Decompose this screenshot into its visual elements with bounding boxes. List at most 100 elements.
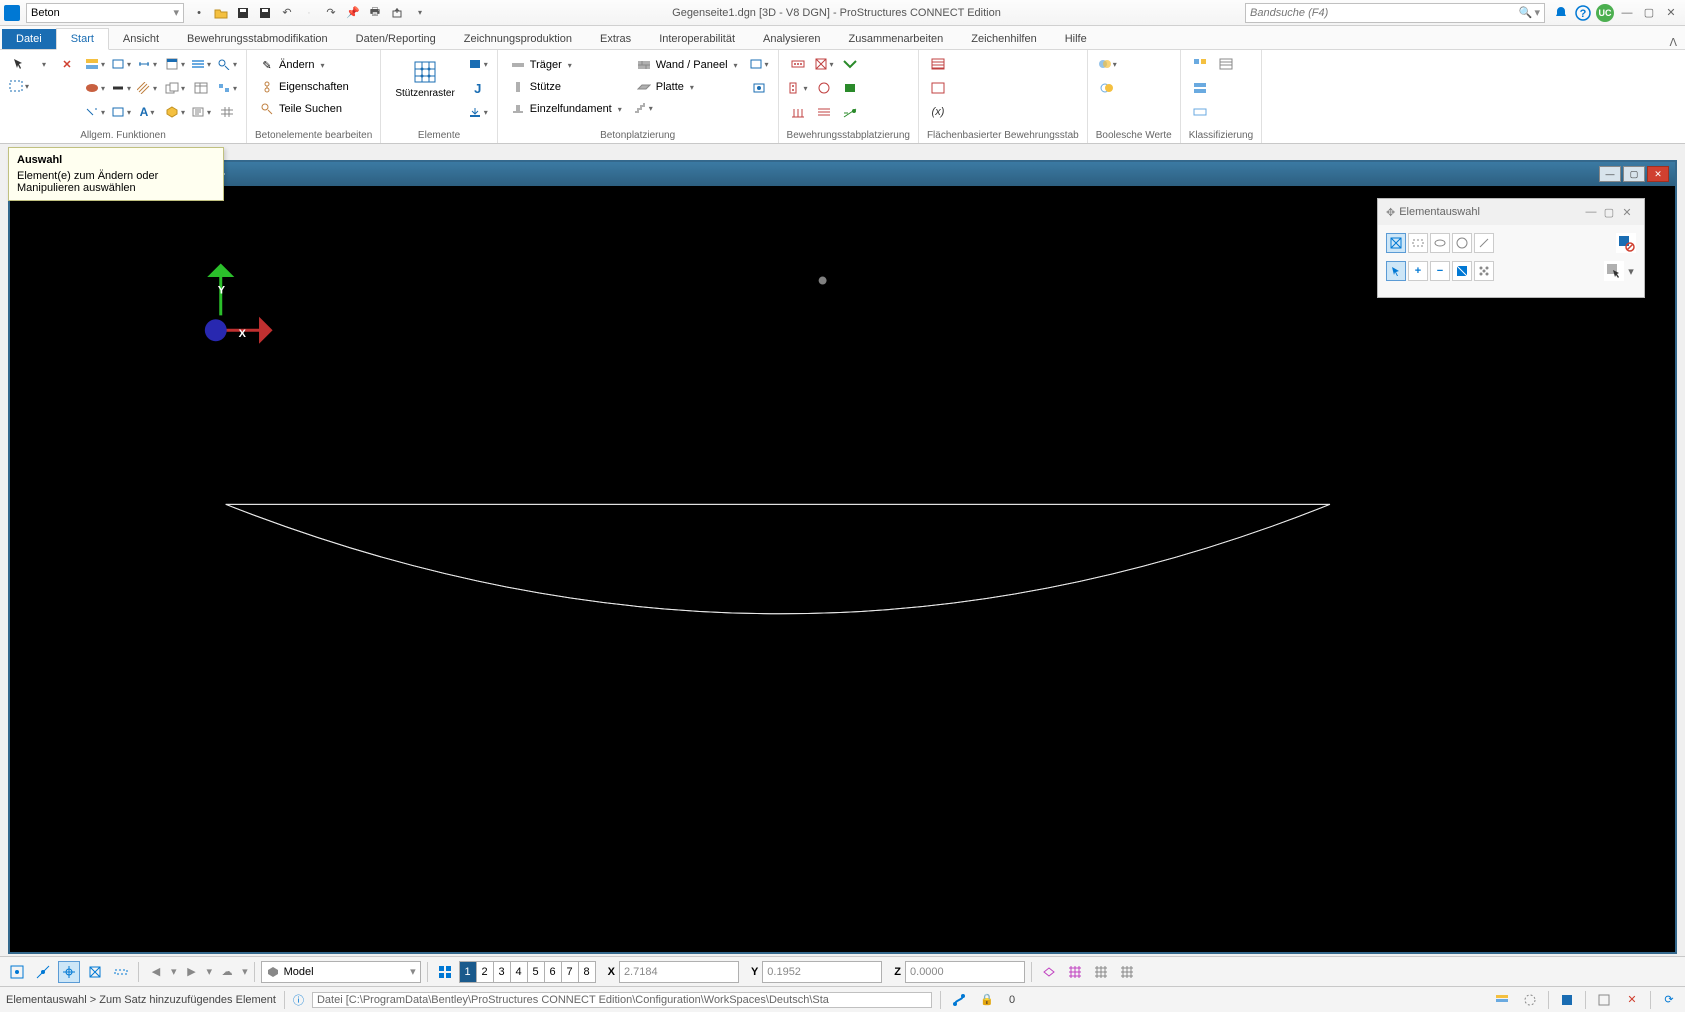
ribbon-search[interactable]: 🔍 ▾ bbox=[1245, 3, 1545, 23]
notifications-icon[interactable] bbox=[1551, 3, 1571, 23]
fence-tool-button[interactable] bbox=[8, 76, 30, 96]
selmethod-select-icon[interactable] bbox=[1604, 261, 1624, 281]
tab-extras[interactable]: Extras bbox=[586, 29, 645, 49]
palette-maximize-button[interactable]: ▢ bbox=[1600, 206, 1618, 219]
snap-5-icon[interactable] bbox=[110, 961, 132, 983]
search-input[interactable] bbox=[1250, 7, 1519, 19]
view-num-4[interactable]: 4 bbox=[510, 961, 528, 983]
stuetze-button[interactable]: Stütze bbox=[506, 76, 626, 98]
rebar-9-button[interactable] bbox=[839, 102, 861, 122]
palette-close-button[interactable]: ✕ bbox=[1618, 206, 1636, 219]
snap-2-icon[interactable] bbox=[32, 961, 54, 983]
workflow-combo[interactable]: Beton ▾ bbox=[26, 3, 184, 23]
selmethod-subtract-icon[interactable]: − bbox=[1430, 261, 1450, 281]
views-manage-icon[interactable] bbox=[434, 961, 456, 983]
nav-next-icon[interactable]: ▶ bbox=[181, 961, 203, 983]
attributes-level-button[interactable] bbox=[84, 54, 106, 74]
status-close-icon[interactable]: ✕ bbox=[1622, 991, 1642, 1009]
tab-interop[interactable]: Interoperabilität bbox=[645, 29, 749, 49]
tab-zusammen[interactable]: Zusammenarbeiten bbox=[835, 29, 958, 49]
teile-suchen-button[interactable]: Teile Suchen bbox=[255, 98, 353, 120]
references-button[interactable] bbox=[164, 78, 186, 98]
selmethod-all-icon[interactable] bbox=[1474, 261, 1494, 281]
bool-1-button[interactable] bbox=[1096, 54, 1118, 74]
print-icon[interactable]: 🖶 bbox=[366, 4, 384, 22]
save-settings-icon[interactable] bbox=[256, 4, 274, 22]
eigenschaften-button[interactable]: Eigenschaften bbox=[255, 76, 353, 98]
tab-hilfe[interactable]: Hilfe bbox=[1051, 29, 1101, 49]
tool-text-button[interactable]: A bbox=[136, 102, 158, 122]
status-snap-icon[interactable] bbox=[949, 991, 969, 1009]
status-running-icon[interactable] bbox=[1557, 991, 1577, 1009]
tool-grid-button[interactable] bbox=[216, 102, 238, 122]
grid-display-3-icon[interactable] bbox=[1090, 961, 1112, 983]
stairs-button[interactable] bbox=[632, 98, 654, 118]
tool-dimension-button[interactable] bbox=[136, 54, 158, 74]
selmethod-invert-icon[interactable] bbox=[1452, 261, 1472, 281]
grid-display-2-icon[interactable] bbox=[1064, 961, 1086, 983]
class-3-button[interactable] bbox=[1189, 102, 1211, 122]
keyin-button[interactable] bbox=[190, 102, 212, 122]
tab-analysieren[interactable]: Analysieren bbox=[749, 29, 834, 49]
model-combo[interactable]: Model ▾ bbox=[261, 961, 421, 983]
selection-tool-button[interactable] bbox=[8, 54, 30, 74]
placement-opt1-button[interactable] bbox=[748, 54, 770, 74]
attributes-linetype-button[interactable] bbox=[84, 102, 106, 122]
tab-bewehrung[interactable]: Bewehrungsstabmodifikation bbox=[173, 29, 342, 49]
stuetzenraster-button[interactable]: Stützenraster bbox=[389, 54, 460, 101]
element-import-button[interactable] bbox=[467, 102, 489, 122]
selmode-shape-icon[interactable] bbox=[1430, 233, 1450, 253]
collapse-ribbon-icon[interactable]: ᐱ bbox=[1669, 36, 1677, 49]
wand-button[interactable]: Wand / Paneel bbox=[632, 54, 742, 76]
selmode-block-icon[interactable] bbox=[1408, 233, 1428, 253]
element-budget-button[interactable] bbox=[467, 54, 489, 74]
selmode-individual-icon[interactable] bbox=[1386, 233, 1406, 253]
coord-z-value[interactable]: 0.0000 bbox=[905, 961, 1025, 983]
attributes-color-button[interactable] bbox=[84, 78, 106, 98]
selmode-circle-icon[interactable] bbox=[1452, 233, 1472, 253]
element-j-button[interactable]: J bbox=[467, 78, 489, 98]
status-dgn-icon[interactable] bbox=[1594, 991, 1614, 1009]
palette-expand-icon[interactable]: ▾ bbox=[1626, 265, 1636, 278]
qat-customize-icon[interactable] bbox=[410, 4, 428, 22]
export-icon[interactable] bbox=[388, 4, 406, 22]
rebar-2-button[interactable] bbox=[787, 78, 809, 98]
rebar-7-button[interactable] bbox=[839, 54, 861, 74]
level-manager-button[interactable] bbox=[190, 54, 212, 74]
selection-dropdown[interactable] bbox=[32, 54, 54, 74]
status-info-icon[interactable]: ⓘ bbox=[293, 992, 304, 1008]
tool-hatch-button[interactable] bbox=[136, 78, 158, 98]
redo-icon[interactable]: ↷ bbox=[322, 4, 340, 22]
nav-cloud-icon[interactable]: ☁ bbox=[216, 961, 238, 983]
selmethod-add-icon[interactable]: + bbox=[1408, 261, 1428, 281]
attributes-weight-button[interactable] bbox=[110, 78, 132, 98]
view-num-7[interactable]: 7 bbox=[561, 961, 579, 983]
view-num-8[interactable]: 8 bbox=[578, 961, 596, 983]
tab-zeichenhilfen[interactable]: Zeichenhilfen bbox=[957, 29, 1050, 49]
rebar-1-button[interactable] bbox=[787, 54, 809, 74]
selmode-disable-icon[interactable] bbox=[1616, 233, 1636, 253]
attributes-cell-button[interactable] bbox=[110, 54, 132, 74]
tool-find-button[interactable] bbox=[216, 54, 238, 74]
status-display-icon[interactable] bbox=[1520, 991, 1540, 1009]
grid-display-4-icon[interactable] bbox=[1116, 961, 1138, 983]
undo-icon[interactable]: ↶ bbox=[278, 4, 296, 22]
elementauswahl-palette[interactable]: ✥ Elementauswahl — ▢ ✕ + − ▾ bbox=[1377, 198, 1645, 298]
grid-display-1-icon[interactable] bbox=[1038, 961, 1060, 983]
snap-1-icon[interactable] bbox=[6, 961, 28, 983]
rebar-4-button[interactable] bbox=[813, 54, 835, 74]
user-badge[interactable]: UC bbox=[1595, 3, 1615, 23]
status-level-icon[interactable] bbox=[1492, 991, 1512, 1009]
class-2-button[interactable] bbox=[1189, 78, 1211, 98]
palette-minimize-button[interactable]: — bbox=[1582, 206, 1600, 218]
area-var-button[interactable]: (x) bbox=[927, 102, 949, 122]
area-2-button[interactable] bbox=[927, 78, 949, 98]
tab-file[interactable]: Datei bbox=[2, 29, 56, 49]
open-icon[interactable] bbox=[212, 4, 230, 22]
placement-opt2-button[interactable] bbox=[748, 78, 770, 98]
tab-daten[interactable]: Daten/Reporting bbox=[342, 29, 450, 49]
palette-titlebar[interactable]: ✥ Elementauswahl — ▢ ✕ bbox=[1378, 199, 1644, 225]
view-num-2[interactable]: 2 bbox=[476, 961, 494, 983]
tab-start[interactable]: Start bbox=[56, 28, 109, 50]
explorer-button[interactable] bbox=[164, 54, 186, 74]
